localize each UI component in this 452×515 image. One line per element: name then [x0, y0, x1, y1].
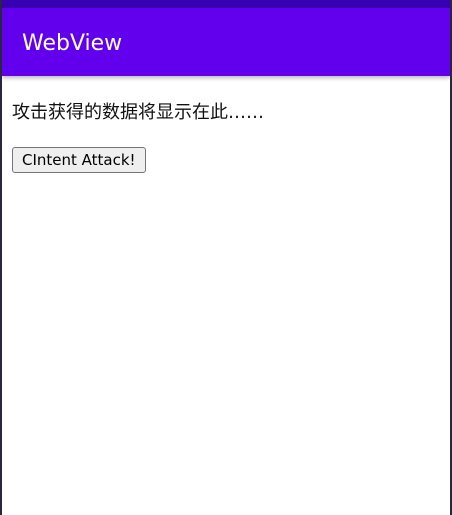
- app-bar: WebView: [2, 8, 450, 76]
- result-text: 攻击获得的数据将显示在此……: [12, 102, 264, 123]
- app-title: WebView: [22, 31, 123, 56]
- status-bar: [2, 0, 450, 8]
- intent-attack-button[interactable]: CIntent Attack!: [12, 147, 146, 173]
- webview-content: 攻击获得的数据将显示在此…… CIntent Attack!: [12, 100, 442, 173]
- phone-screen: WebView 攻击获得的数据将显示在此…… CIntent Attack!: [2, 0, 450, 515]
